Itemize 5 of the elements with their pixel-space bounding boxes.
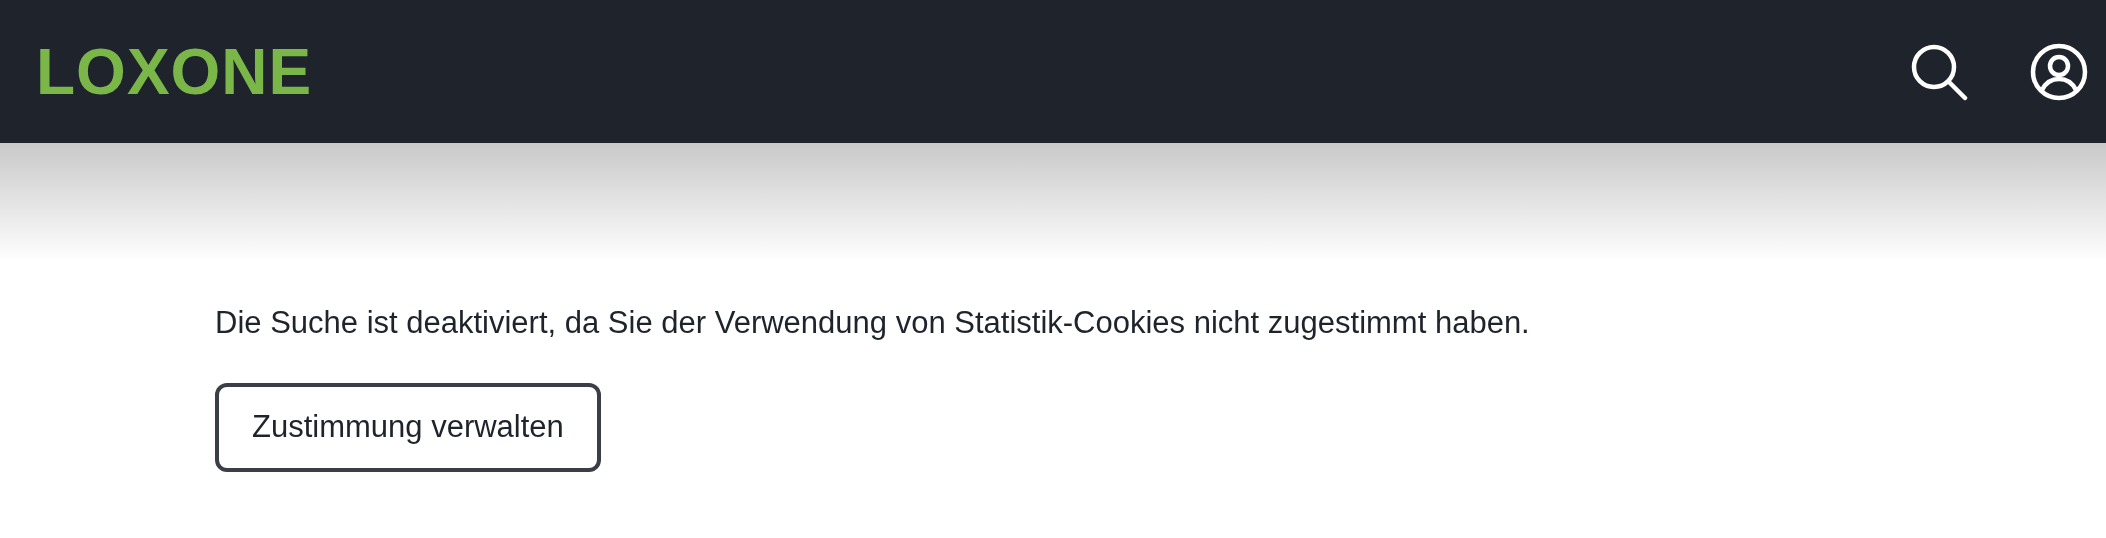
search-icon[interactable] [1910, 42, 1968, 101]
manage-consent-button[interactable]: Zustimmung verwalten [215, 383, 601, 472]
notice-message: Die Suche ist deaktiviert, da Sie der Verwendung von Statistik-Cookies nicht zugestimmt haben. [215, 304, 1530, 342]
logo[interactable]: LOXONE [36, 39, 313, 104]
user-icon[interactable] [2030, 42, 2088, 101]
